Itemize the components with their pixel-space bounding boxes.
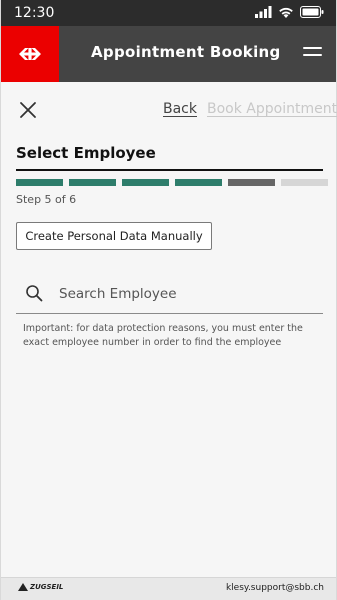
search-input[interactable] — [59, 282, 309, 306]
progress-segment-5 — [228, 179, 275, 186]
signal-icon — [255, 6, 272, 18]
zugseil-logo-icon — [18, 583, 28, 591]
close-icon[interactable] — [19, 101, 37, 119]
title-divider — [16, 169, 323, 171]
support-email[interactable]: klesy.support@sbb.ch — [226, 583, 324, 593]
info-text: Important: for data protection reasons, … — [23, 323, 303, 348]
wifi-icon — [279, 7, 293, 18]
status-bar: 12:30 — [1, 0, 336, 26]
progress-segment-2 — [69, 179, 116, 186]
app-header: Appointment Booking — [1, 26, 336, 82]
book-appointment-link[interactable]: Book Appointment — [207, 101, 337, 117]
back-link[interactable]: Back — [163, 101, 197, 117]
progress-segment-4 — [175, 179, 222, 186]
progress-segment-6 — [281, 179, 328, 186]
status-icons — [255, 6, 324, 18]
footer: ZUGSEIL klesy.support@sbb.ch — [1, 577, 336, 600]
progress-segment-3 — [122, 179, 169, 186]
menu-icon[interactable] — [303, 47, 322, 61]
sbb-logo-icon[interactable] — [1, 26, 59, 82]
search-field[interactable] — [16, 276, 323, 314]
footer-logo-text: ZUGSEIL — [30, 583, 64, 591]
battery-icon — [300, 6, 324, 18]
footer-logo: ZUGSEIL — [18, 583, 63, 591]
create-personal-data-button[interactable]: Create Personal Data Manually — [16, 222, 212, 250]
search-icon — [26, 285, 43, 302]
page-title: Select Employee — [16, 144, 156, 162]
progress-segment-1 — [16, 179, 63, 186]
header-title: Appointment Booking — [91, 43, 281, 61]
step-progress — [16, 179, 328, 186]
step-indicator: Step 5 of 6 — [16, 193, 77, 206]
status-time: 12:30 — [14, 5, 55, 21]
